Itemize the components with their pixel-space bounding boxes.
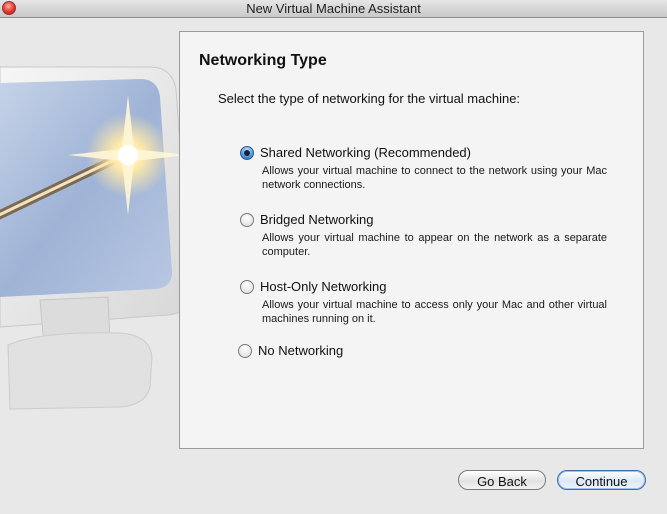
window-title: New Virtual Machine Assistant bbox=[246, 1, 421, 16]
no-networking-label[interactable]: No Networking bbox=[258, 343, 343, 358]
page-title: Networking Type bbox=[199, 52, 327, 69]
instruction-text: Select the type of networking for the vi… bbox=[218, 91, 521, 106]
option-host-only-networking[interactable]: Host-Only Networking Allows your virtual… bbox=[240, 279, 620, 329]
networking-type-panel: Networking Type Select the type of netwo… bbox=[179, 31, 644, 449]
option-bridged-networking[interactable]: Bridged Networking Allows your virtual m… bbox=[240, 212, 620, 262]
continue-button[interactable]: Continue bbox=[557, 470, 646, 490]
bridged-networking-label[interactable]: Bridged Networking bbox=[260, 212, 373, 227]
go-back-button[interactable]: Go Back bbox=[458, 470, 546, 490]
shared-networking-description: Allows your virtual machine to connect t… bbox=[262, 165, 607, 191]
host-only-networking-label[interactable]: Host-Only Networking bbox=[260, 279, 386, 294]
option-no-networking[interactable]: No Networking bbox=[238, 343, 618, 363]
shared-networking-label[interactable]: Shared Networking (Recommended) bbox=[260, 145, 471, 160]
bridged-networking-radio[interactable] bbox=[240, 213, 254, 227]
option-shared-networking[interactable]: Shared Networking (Recommended) Allows y… bbox=[240, 145, 620, 195]
host-only-networking-radio[interactable] bbox=[240, 280, 254, 294]
title-bar[interactable]: New Virtual Machine Assistant bbox=[0, 0, 667, 18]
shared-networking-radio[interactable] bbox=[240, 146, 254, 160]
assistant-window: New Virtual Machine Assistant Networking… bbox=[0, 0, 667, 514]
monitor-with-magic-wand-illustration bbox=[0, 66, 191, 410]
host-only-networking-description: Allows your virtual machine to access on… bbox=[262, 299, 607, 325]
no-networking-radio[interactable] bbox=[238, 344, 252, 358]
bridged-networking-description: Allows your virtual machine to appear on… bbox=[262, 232, 607, 258]
